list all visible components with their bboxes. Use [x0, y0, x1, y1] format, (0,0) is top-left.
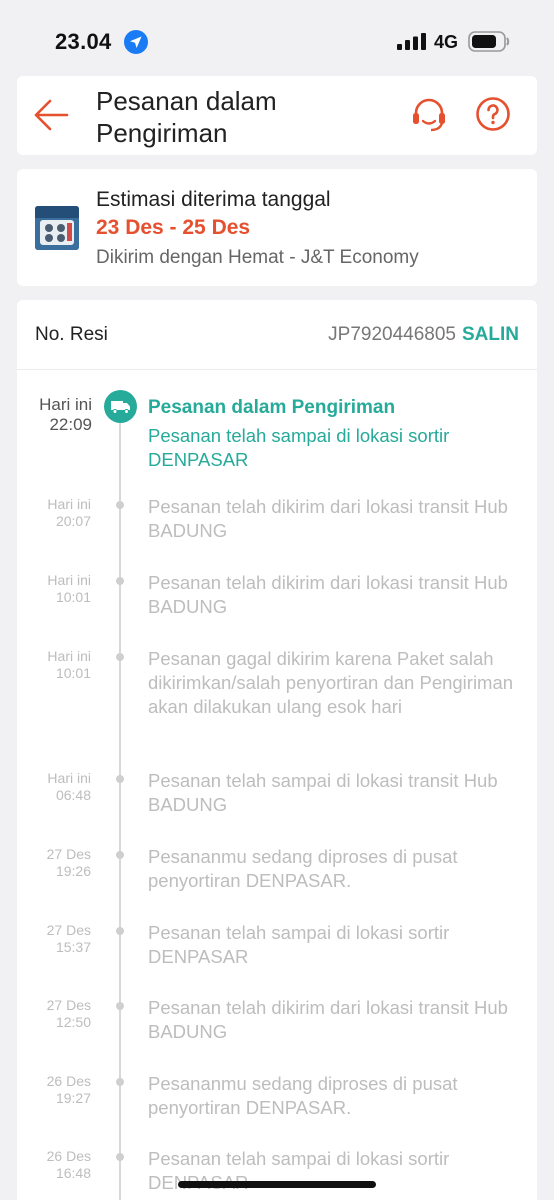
event-time: Hari ini 10:01 [17, 648, 91, 682]
timeline-dot [116, 1153, 124, 1161]
event-clock: 19:27 [55, 1090, 91, 1106]
event-description: Pesananmu sedang diproses di pusat penyo… [148, 846, 458, 891]
estimate-date-range: 23 Des - 25 Des [96, 216, 251, 239]
event-date: Hari ini [47, 648, 91, 664]
event-time: Hari ini 20:07 [17, 496, 91, 530]
event-time: Hari ini 10:01 [17, 572, 91, 606]
tracking-number-row: No. Resi JP7920446805 SALIN [17, 300, 537, 370]
event-clock: 06:48 [55, 787, 91, 803]
event-date: Hari ini [39, 395, 92, 414]
timeline-dot [116, 851, 124, 859]
event-time: 27 Des 19:26 [17, 846, 91, 880]
location-arrow-icon [124, 30, 148, 54]
courier-info: Dikirim dengan Hemat - J&T Economy [96, 247, 419, 268]
event-clock: 15:37 [55, 939, 91, 955]
battery-icon [468, 31, 510, 52]
current-status-description: Pesanan telah sampai di lokasi sortir DE… [148, 425, 450, 470]
event-date: 27 Des [46, 846, 91, 862]
event-clock: 20:07 [55, 513, 91, 529]
event-date: 27 Des [46, 922, 91, 938]
event-description: Pesanan telah dikirim dari lokasi transi… [148, 997, 508, 1042]
event-description: Pesanan telah sampai di lokasi transit H… [148, 770, 498, 815]
event-clock: 22:09 [49, 415, 92, 434]
tracking-number: JP7920446805 [328, 324, 456, 345]
tracking-card: No. Resi JP7920446805 SALIN Hari ini 22:… [17, 300, 537, 1200]
tracking-number-label: No. Resi [35, 324, 108, 345]
home-indicator[interactable] [178, 1181, 376, 1188]
event-time: Hari ini 06:48 [17, 770, 91, 804]
header-bar: Pesanan dalam Pengiriman [17, 76, 537, 155]
delivery-truck-icon [104, 390, 137, 423]
event-date: 27 Des [46, 997, 91, 1013]
copy-tracking-button[interactable]: SALIN [462, 324, 519, 346]
network-type-label: 4G [434, 32, 459, 52]
event-date: 26 Des [46, 1148, 91, 1164]
event-time: 27 Des 12:50 [17, 997, 91, 1031]
event-date: 26 Des [46, 1073, 91, 1089]
event-time: Hari ini 22:09 [17, 395, 92, 435]
event-time: 27 Des 15:37 [17, 922, 91, 956]
event-time: 26 Des 19:27 [17, 1073, 91, 1107]
event-description: Pesanan telah dikirim dari lokasi transi… [148, 572, 508, 617]
cellular-signal-icon [397, 33, 426, 50]
current-status-title: Pesanan dalam Pengiriman [148, 397, 396, 418]
event-date: Hari ini [47, 496, 91, 512]
event-description: Pesanan telah sampai di lokasi sortir DE… [148, 922, 450, 967]
event-time: 26 Des 16:48 [17, 1148, 91, 1182]
status-time: 23.04 [55, 29, 112, 54]
event-description: Pesanan gagal dikirim karena Paket salah… [148, 648, 514, 717]
event-date: Hari ini [47, 572, 91, 588]
customer-service-headset-icon[interactable] [410, 96, 448, 134]
timeline-dot [116, 501, 124, 509]
event-date: Hari ini [47, 770, 91, 786]
timeline-dot [116, 775, 124, 783]
event-description: Pesananmu sedang diproses di pusat penyo… [148, 1073, 458, 1118]
status-bar: 23.04 4G [0, 0, 554, 72]
page-title: Pesanan dalam Pengiriman [96, 86, 277, 148]
delivery-estimate-card[interactable]: Estimasi diterima tanggal 23 Des - 25 De… [17, 169, 537, 286]
timeline-dot [116, 1078, 124, 1086]
event-description: Pesanan telah dikirim dari lokasi transi… [148, 496, 508, 541]
timeline-dot [116, 927, 124, 935]
product-thumbnail [35, 206, 79, 250]
estimate-label: Estimasi diterima tanggal [96, 188, 331, 211]
event-clock: 19:26 [55, 863, 91, 879]
timeline-dot [116, 653, 124, 661]
timeline-dot [116, 577, 124, 585]
help-question-icon[interactable] [475, 96, 511, 132]
event-clock: 10:01 [55, 665, 91, 681]
event-clock: 10:01 [55, 589, 91, 605]
event-clock: 12:50 [55, 1014, 91, 1030]
back-arrow-icon[interactable] [33, 98, 69, 132]
event-clock: 16:48 [55, 1165, 91, 1181]
timeline-dot [116, 1002, 124, 1010]
